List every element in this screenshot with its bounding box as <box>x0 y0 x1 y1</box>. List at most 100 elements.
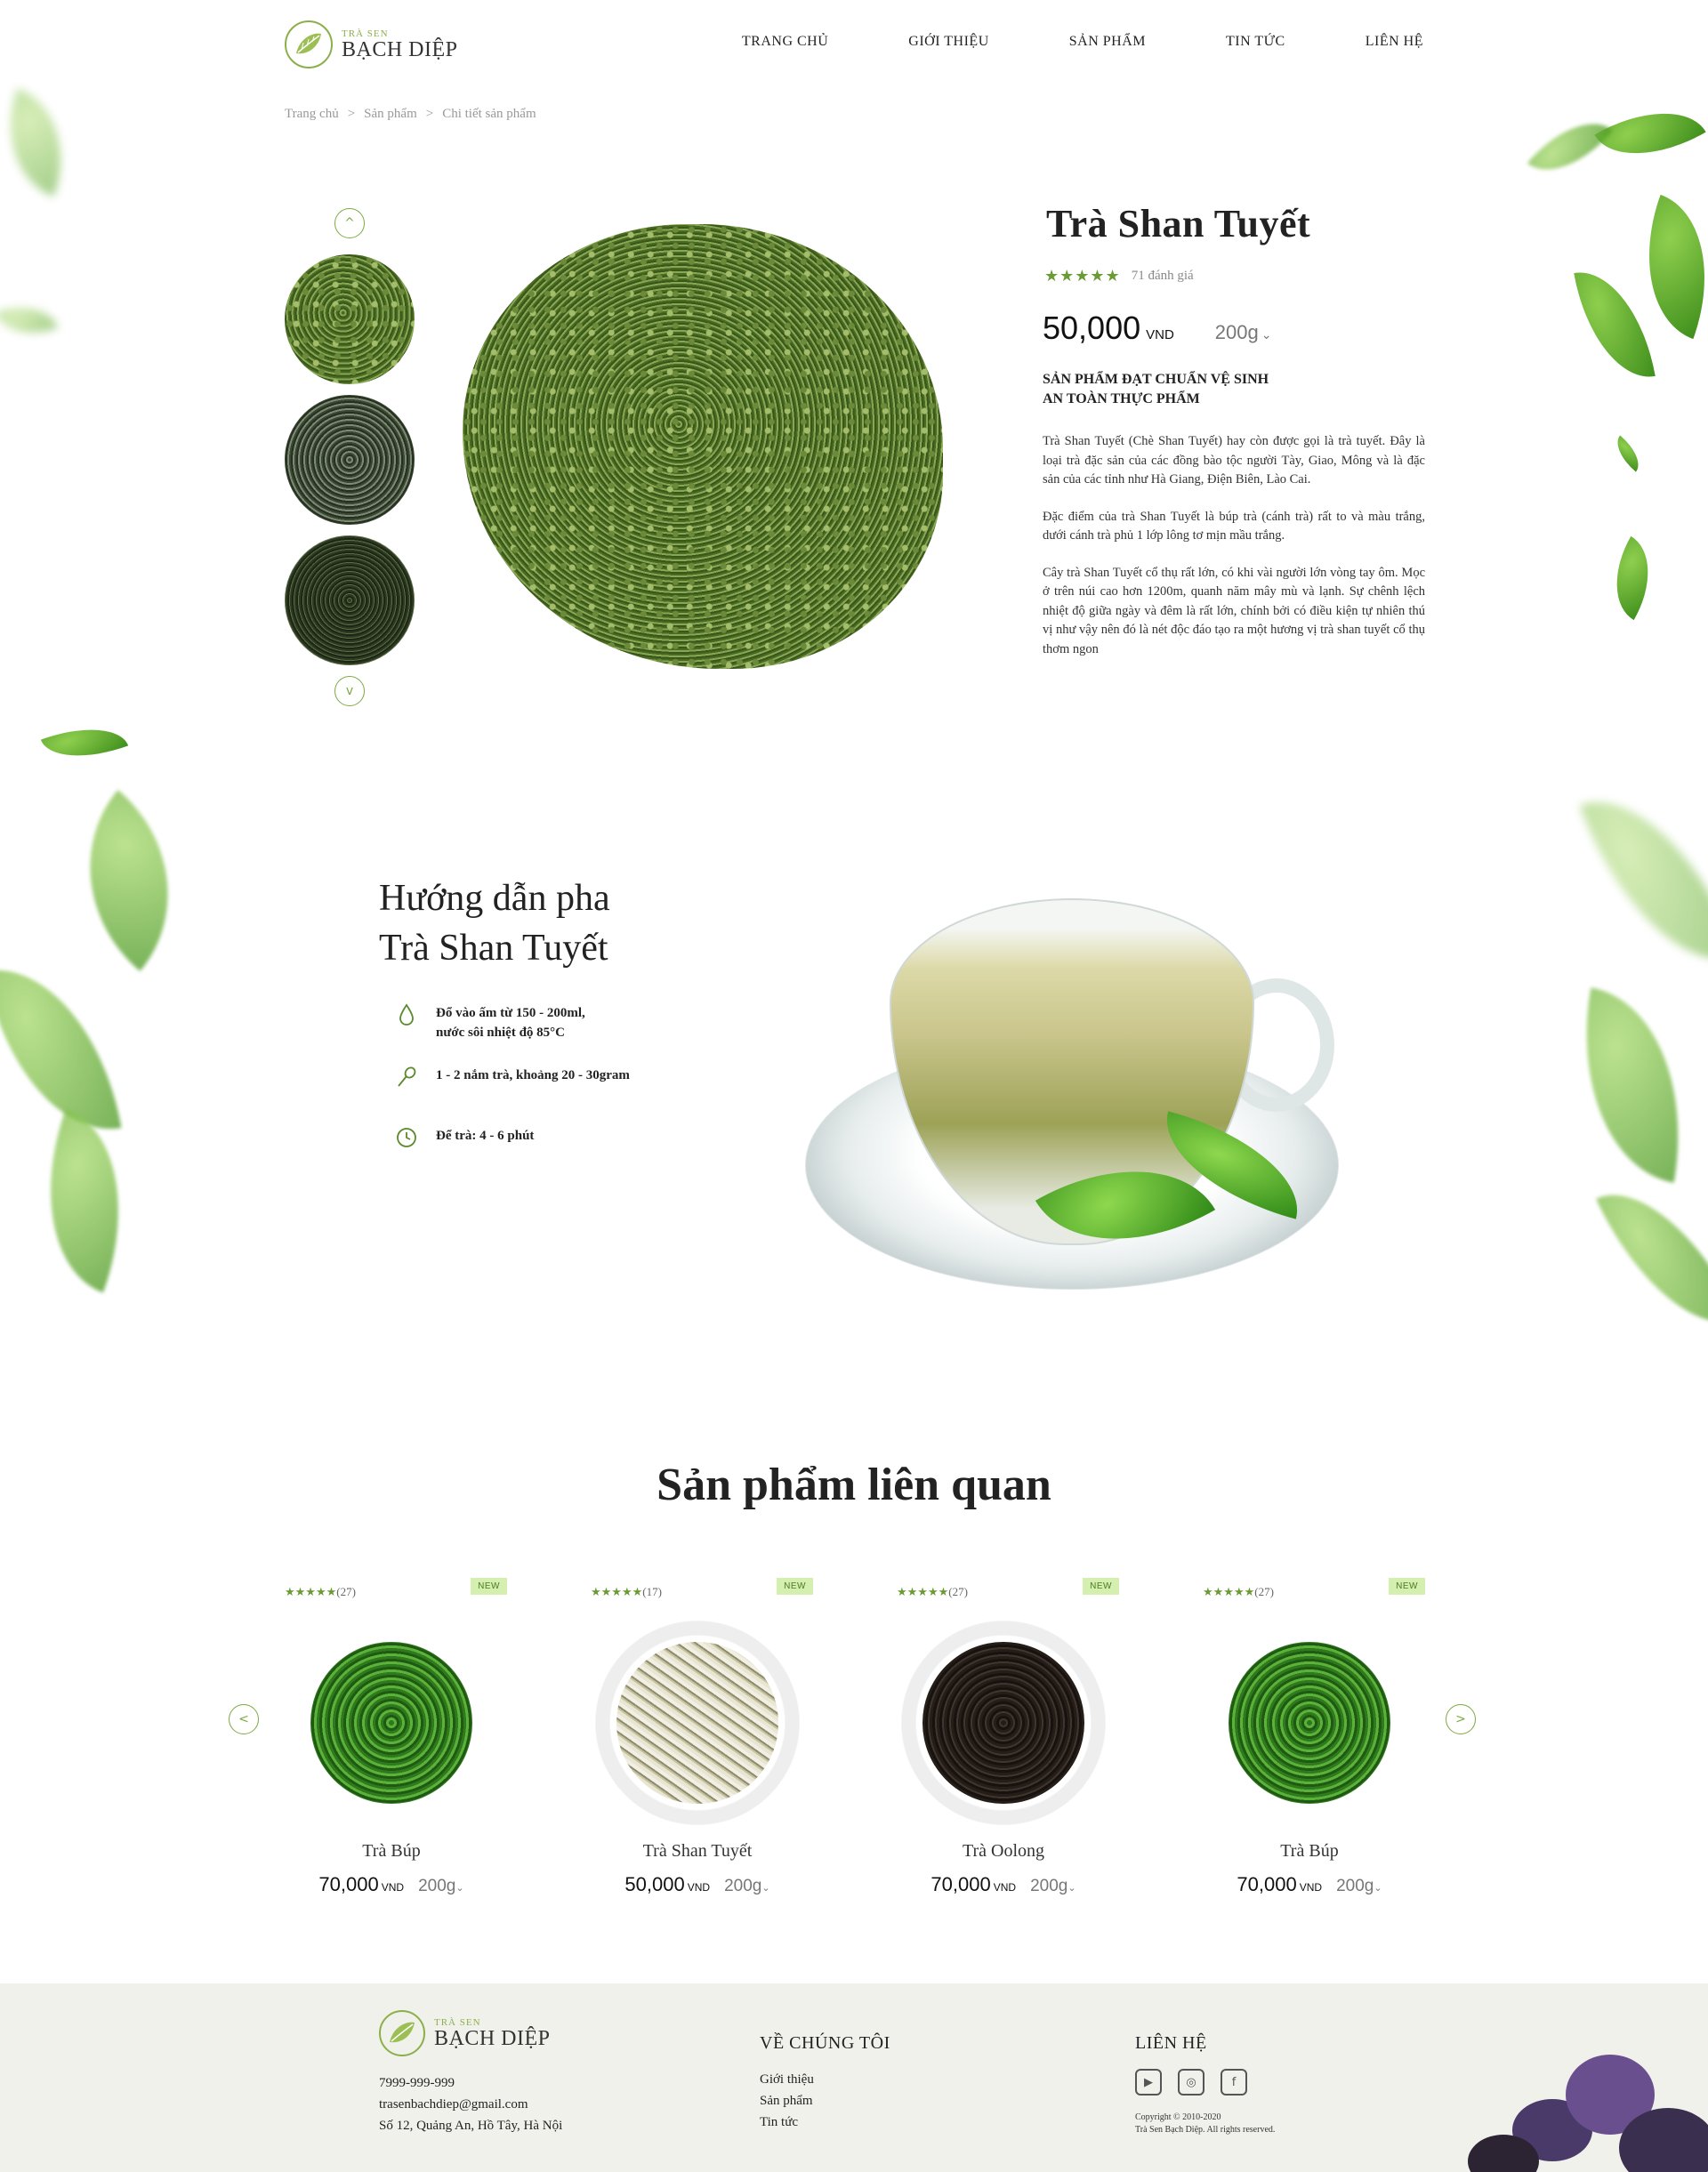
product-card[interactable]: ★★★★★(17) NEW Trà Shan Tuyết 50,000 VND … <box>591 1576 813 1914</box>
nav-item-news[interactable]: TIN TỨC <box>1226 34 1285 50</box>
cert-line-2: AN TOÀN THỰC PHẨM <box>1043 391 1200 406</box>
footer-about-title: VỀ CHÚNG TÔI <box>760 2033 890 2053</box>
description-paragraph: Trà Shan Tuyết (Chè Shan Tuyết) hay còn … <box>1043 434 1425 487</box>
product-name[interactable]: Trà Oolong <box>897 1841 1110 1862</box>
brand-name: BẠCH DIỆP <box>342 38 458 61</box>
description-paragraph: Cây trà Shan Tuyết cổ thụ rất lớn, có kh… <box>1043 565 1425 656</box>
chevron-down-icon: ⌄ <box>761 1883 770 1894</box>
new-badge: NEW <box>1389 1578 1425 1595</box>
copyright: Copyright © 2010-2020 Trà Sen Bạch Diệp.… <box>1135 2112 1275 2136</box>
product-main-image <box>454 206 952 687</box>
product-name[interactable]: Trà Shan Tuyết <box>591 1841 804 1862</box>
chevron-down-icon: v <box>345 684 354 698</box>
breadcrumb-separator: > <box>425 107 434 121</box>
product-name[interactable]: Trà Búp <box>285 1841 498 1862</box>
price-currency: VND <box>381 1881 405 1894</box>
guide-step: Để trà: 4 - 6 phút <box>395 1126 534 1149</box>
breadcrumb-home[interactable]: Trang chủ <box>285 107 339 122</box>
new-badge: NEW <box>1083 1578 1119 1595</box>
star-rating-icon: ★★★★★ <box>591 1586 643 1599</box>
chevron-left-icon: < <box>238 1712 249 1726</box>
leaf-decoration <box>1594 85 1706 181</box>
card-rating: ★★★★★(27) <box>285 1585 356 1599</box>
footer-link-about[interactable]: Giới thiệu <box>760 2069 814 2090</box>
product-image[interactable] <box>901 1621 1106 1825</box>
thumbnail-down-button[interactable]: v <box>334 676 365 706</box>
thumbnail-3[interactable] <box>285 535 415 665</box>
nav-item-contact[interactable]: LIÊN HỆ <box>1366 34 1423 50</box>
carousel-next-button[interactable]: > <box>1446 1704 1476 1734</box>
footer-phone[interactable]: 7999-999-999 <box>379 2072 562 2094</box>
instagram-icon[interactable]: ◎ <box>1178 2069 1204 2096</box>
product-card[interactable]: ★★★★★(27) NEW Trà Búp 70,000 VND 200g⌄ <box>285 1576 507 1914</box>
product-price: 50,000 <box>624 1873 685 1895</box>
price-currency: VND <box>993 1881 1017 1894</box>
product-name[interactable]: Trà Búp <box>1203 1841 1416 1862</box>
nav-item-home[interactable]: TRANG CHỦ <box>742 34 828 50</box>
guide-step: 1 - 2 nắm trà, khoảng 20 - 30gram <box>395 1066 630 1089</box>
footer-contact-info: 7999-999-999 trasenbachdiep@gmail.com Số… <box>379 2072 562 2136</box>
card-price-row: 50,000 VND 200g⌄ <box>591 1873 804 1896</box>
breadcrumb-products[interactable]: Sản phẩm <box>364 107 417 122</box>
weight-select[interactable]: 200g⌄ <box>724 1877 770 1896</box>
footer-logo[interactable]: TRÀ SEN BẠCH DIỆP <box>379 2010 551 2056</box>
card-rating: ★★★★★(27) <box>897 1585 968 1599</box>
price-currency: VND <box>1146 327 1174 342</box>
rating-count: (27) <box>1254 1585 1274 1598</box>
card-rating: ★★★★★(27) <box>1203 1585 1274 1599</box>
weight-value: 200g <box>1336 1877 1374 1895</box>
thumbnail-2[interactable] <box>285 395 415 525</box>
related-products-title: Sản phẩm liên quan <box>657 1460 1051 1510</box>
main-nav: TRANG CHỦ GIỚI THIỆU SẢN PHẨM TIN TỨC LI… <box>742 34 1423 50</box>
thumbnail-up-button[interactable]: ^ <box>334 208 365 238</box>
price-currency: VND <box>687 1881 711 1894</box>
star-rating-icon: ★★★★★ <box>1044 267 1121 286</box>
footer-email[interactable]: trasenbachdiep@gmail.com <box>379 2094 562 2115</box>
product-image[interactable] <box>1207 1621 1412 1825</box>
nav-item-products[interactable]: SẢN PHẨM <box>1069 34 1146 50</box>
weight-value: 200g <box>1030 1877 1068 1895</box>
leaf-decoration <box>1608 435 1648 472</box>
product-image[interactable] <box>289 1621 494 1825</box>
guide-step-text: nước sôi nhiệt độ 85°C <box>436 1026 565 1040</box>
spoon-icon <box>395 1066 418 1089</box>
star-rating-icon: ★★★★★ <box>285 1586 337 1599</box>
price-currency: VND <box>1299 1881 1323 1894</box>
leaf-decoration <box>0 953 122 1146</box>
card-price-row: 70,000 VND 200g⌄ <box>1203 1873 1416 1896</box>
youtube-glyph: ▶ <box>1144 2075 1153 2089</box>
site-header: TRÀ SEN BẠCH DIỆP TRANG CHỦ GIỚI THIỆU S… <box>0 0 1708 89</box>
site-footer: TRÀ SEN BẠCH DIỆP 7999-999-999 trasenbac… <box>0 1983 1708 2172</box>
leaf-decoration <box>1596 1164 1708 1353</box>
clock-icon <box>395 1126 418 1149</box>
tea-cup-image <box>801 872 1397 1307</box>
nav-item-about[interactable]: GIỚI THIỆU <box>908 34 988 50</box>
product-card[interactable]: ★★★★★(27) NEW Trà Oolong 70,000 VND 200g… <box>897 1576 1119 1914</box>
new-badge: NEW <box>471 1578 507 1595</box>
facebook-icon[interactable]: f <box>1221 2069 1247 2096</box>
youtube-icon[interactable]: ▶ <box>1135 2069 1162 2096</box>
footer-about-links: Giới thiệu Sản phẩm Tin tức <box>760 2069 814 2133</box>
footer-link-news[interactable]: Tin tức <box>760 2112 814 2133</box>
card-price-row: 70,000 VND 200g⌄ <box>285 1873 498 1896</box>
brand-logo[interactable]: TRÀ SEN BẠCH DIỆP <box>285 20 463 69</box>
footer-link-products[interactable]: Sản phẩm <box>760 2090 814 2112</box>
chevron-down-icon: ⌄ <box>455 1883 464 1894</box>
chevron-down-icon: ⌄ <box>1261 327 1272 342</box>
new-badge: NEW <box>777 1578 813 1595</box>
weight-select[interactable]: 200g⌄ <box>418 1877 464 1896</box>
leaf-decoration <box>1595 535 1670 621</box>
weight-select[interactable]: 200g⌄ <box>1336 1877 1382 1896</box>
thumbnail-1[interactable] <box>285 254 415 384</box>
product-card[interactable]: ★★★★★(27) NEW Trà Búp 70,000 VND 200g⌄ <box>1203 1576 1425 1914</box>
product-price: 70,000 <box>931 1873 991 1895</box>
carousel-prev-button[interactable]: < <box>229 1704 259 1734</box>
guide-title: Hướng dẫn pha Trà Shan Tuyết <box>379 873 610 973</box>
instagram-glyph: ◎ <box>1186 2075 1196 2089</box>
weight-select[interactable]: 200g⌄ <box>1030 1877 1076 1896</box>
weight-select[interactable]: 200g⌄ <box>1215 321 1272 344</box>
product-description: Trà Shan Tuyết (Chè Shan Tuyết) hay còn … <box>1043 432 1425 677</box>
tea-leaves-image <box>922 1642 1084 1804</box>
product-image[interactable] <box>595 1621 800 1825</box>
facebook-glyph: f <box>1231 2075 1237 2089</box>
